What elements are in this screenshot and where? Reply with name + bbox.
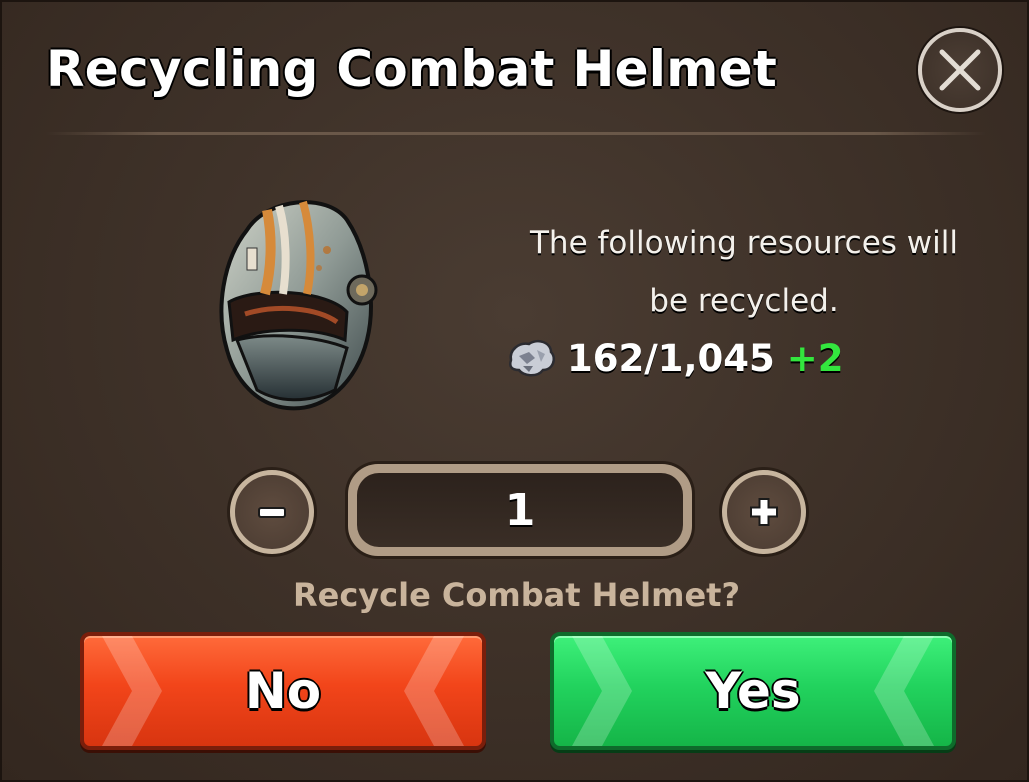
close-button[interactable] xyxy=(918,28,1002,112)
minus-icon xyxy=(258,507,286,518)
recycle-info-text: The following resources will be recycled… xyxy=(494,214,994,330)
chevron-left-decoration xyxy=(874,636,934,746)
chevron-left-decoration xyxy=(404,636,464,746)
scrap-metal-icon xyxy=(509,340,555,377)
info-line-1: The following resources will xyxy=(529,225,958,261)
helmet-icon xyxy=(219,200,378,411)
no-button-label: No xyxy=(244,662,322,720)
increase-quantity-button[interactable] xyxy=(722,470,806,554)
recycle-dialog: Recycling Combat Helmet The following re… xyxy=(0,0,1029,782)
quantity-field[interactable]: 1 xyxy=(348,464,692,556)
title-divider xyxy=(46,132,986,135)
chevron-right-decoration xyxy=(102,636,162,746)
chevron-right-decoration xyxy=(572,636,632,746)
yes-button[interactable]: Yes xyxy=(550,632,956,750)
plus-icon xyxy=(750,498,778,526)
dialog-title: Recycling Combat Helmet xyxy=(46,40,778,98)
info-line-2: be recycled. xyxy=(649,283,839,319)
resource-row: 162/1,045 +2 xyxy=(505,330,844,386)
yes-button-label: Yes xyxy=(705,662,801,720)
recycle-prompt: Recycle Combat Helmet? xyxy=(292,576,741,614)
decrease-quantity-button[interactable] xyxy=(230,470,314,554)
resource-count: 162/1,045 xyxy=(567,336,775,380)
resource-gain: +2 xyxy=(786,336,844,380)
close-icon xyxy=(939,49,981,91)
quantity-value: 1 xyxy=(357,473,683,547)
no-button[interactable]: No xyxy=(80,632,486,750)
